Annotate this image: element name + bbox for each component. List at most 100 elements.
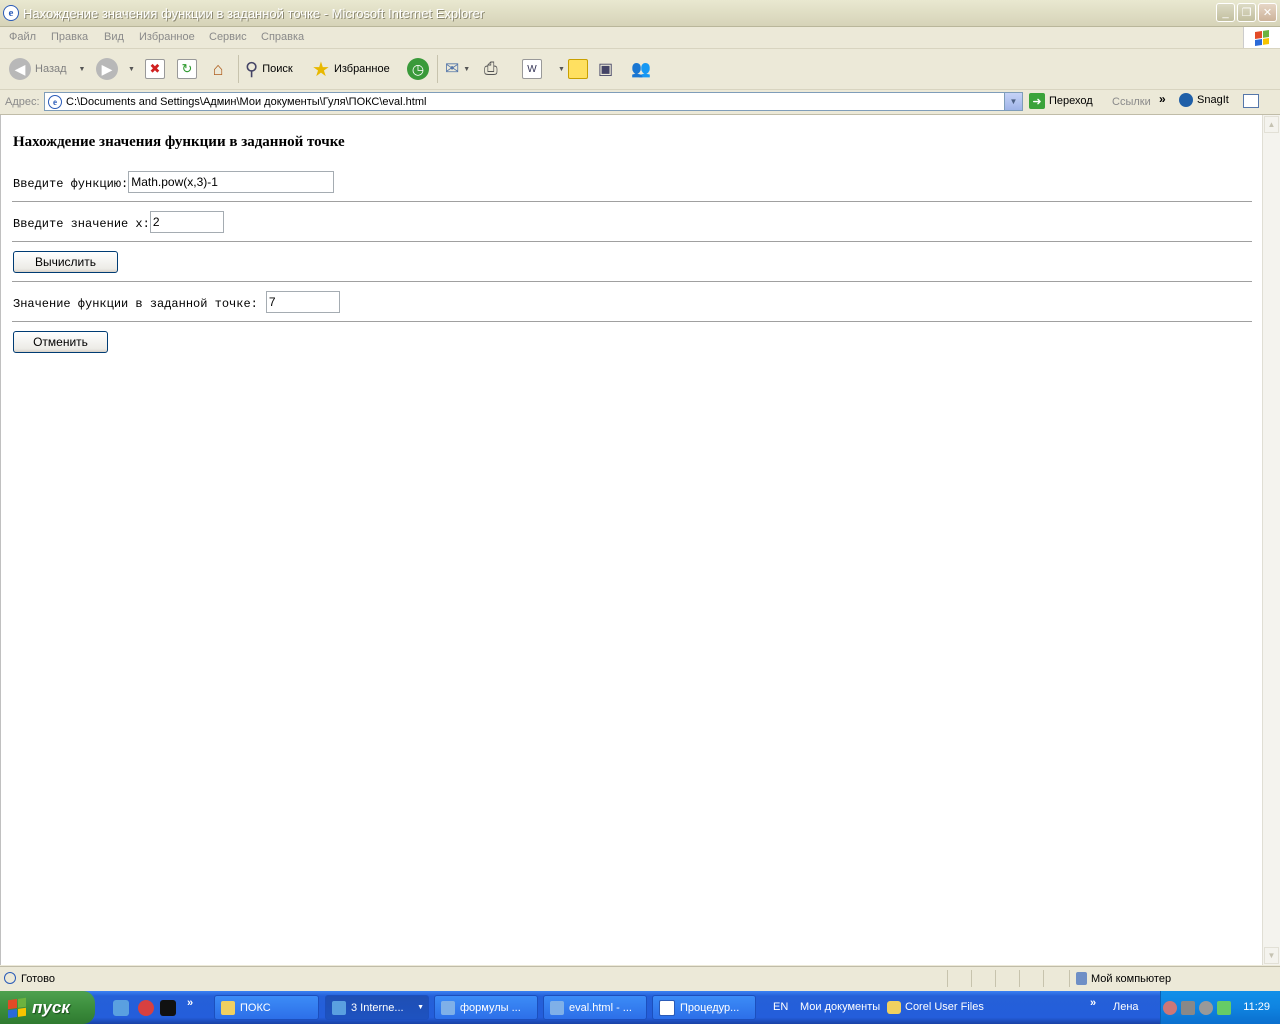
refresh-button[interactable]: ↻ — [177, 55, 197, 83]
network-icon[interactable] — [1181, 1001, 1195, 1015]
back-button[interactable]: ◀ Назад ▼ — [9, 55, 85, 83]
menu-file[interactable]: Файл — [9, 31, 36, 43]
minimize-button[interactable]: _ — [1216, 3, 1235, 22]
windows-logo — [1243, 27, 1280, 48]
system-tray: 11:29 — [1160, 991, 1280, 1024]
start-button[interactable]: пуск — [0, 991, 95, 1024]
address-url[interactable]: C:\Documents and Settings\Админ\Мои доку… — [66, 96, 426, 108]
quicklaunch-winamp-icon[interactable] — [160, 1000, 176, 1016]
notepad-icon — [550, 1000, 564, 1015]
taskbar-button-eval[interactable]: eval.html - ... — [543, 995, 647, 1020]
toolbar: ◀ Назад ▼ ▶ ▼ ✖ ↻ ⌂ ⚲ Поиск ★ Избранное … — [0, 49, 1280, 90]
folder-icon — [221, 1000, 235, 1015]
go-arrow-icon: ➜ — [1029, 93, 1045, 109]
tray-expand-icon[interactable] — [1163, 1001, 1177, 1015]
forward-dropdown-icon[interactable]: ▼ — [128, 66, 135, 73]
quicklaunch-opera-icon[interactable] — [138, 1000, 154, 1016]
snagit-button[interactable]: SnagIt — [1179, 93, 1229, 107]
quicklaunch-more-icon[interactable]: » — [187, 997, 193, 1009]
back-arrow-icon: ◀ — [9, 58, 31, 80]
print-button[interactable]: ⎙ — [484, 55, 498, 83]
calculate-button[interactable]: Вычислить — [13, 251, 118, 273]
menu-bar: Файл Правка Вид Избранное Сервис Справка — [0, 27, 1280, 49]
page-icon: e — [48, 94, 62, 109]
ie-icon[interactable]: e — [3, 5, 19, 21]
favorites-button[interactable]: ★ Избранное — [312, 55, 390, 83]
forward-button[interactable]: ▶ ▼ — [96, 55, 135, 83]
user-toolbar[interactable]: Лена — [1113, 1001, 1139, 1013]
quicklaunch-ie-icon[interactable] — [113, 1000, 129, 1016]
home-button[interactable]: ⌂ — [208, 55, 228, 83]
mail-button[interactable]: ✉ ▼ — [445, 55, 470, 83]
page-status-icon — [4, 972, 16, 984]
history-button[interactable]: ◷ — [407, 55, 429, 83]
research-button[interactable]: ▣ — [598, 55, 613, 83]
taskbar-button-ie-group[interactable]: 3 Interne... ▼ — [325, 995, 429, 1020]
mail-icon: ✉ — [445, 59, 460, 78]
snagit-icon — [1179, 93, 1193, 107]
group-dropdown-icon: ▼ — [417, 1004, 424, 1011]
page-heading: Нахождение значения функции в заданной т… — [13, 134, 345, 150]
taskbar-button-poks[interactable]: ПОКС — [214, 995, 319, 1020]
links-chevron-icon[interactable]: » — [1159, 92, 1166, 106]
go-button[interactable]: ➜ Переход — [1029, 93, 1093, 109]
windows-flag-icon — [8, 997, 26, 1018]
function-input[interactable] — [128, 171, 335, 193]
snagit-capture-icon[interactable] — [1243, 94, 1259, 108]
edit-button[interactable]: W ▼ — [522, 55, 565, 83]
menu-help[interactable]: Справка — [261, 31, 304, 43]
x-row: Введите значение x: — [13, 211, 224, 233]
home-icon: ⌂ — [212, 58, 224, 79]
computer-icon — [1076, 972, 1087, 985]
taskbar-button-procedures[interactable]: Процедур... — [652, 995, 756, 1020]
mail-dropdown-icon[interactable]: ▼ — [463, 66, 470, 73]
search-icon: ⚲ — [245, 58, 259, 79]
messenger-button[interactable]: 👥 — [631, 55, 651, 83]
x-label: Введите значение x: — [13, 217, 150, 231]
links-label[interactable]: Ссылки — [1112, 96, 1151, 108]
result-label: Значение функции в заданной точке: — [13, 297, 258, 311]
forward-arrow-icon: ▶ — [96, 58, 118, 80]
status-text: Готово — [21, 973, 55, 985]
scroll-up-icon[interactable]: ▲ — [1264, 116, 1279, 133]
taskbar-button-formulas[interactable]: формулы ... — [434, 995, 538, 1020]
clock[interactable]: 11:29 — [1243, 1001, 1270, 1013]
back-dropdown-icon[interactable]: ▼ — [79, 66, 86, 73]
menu-favorites[interactable]: Избранное — [139, 31, 195, 43]
stop-icon: ✖ — [145, 59, 165, 79]
result-output[interactable] — [265, 291, 340, 313]
menu-edit[interactable]: Правка — [51, 31, 88, 43]
toolbar-more-icon[interactable]: » — [1090, 997, 1096, 1009]
close-button[interactable]: ✕ — [1258, 3, 1277, 22]
note-icon — [568, 59, 588, 79]
tray-app-icon[interactable] — [1217, 1001, 1231, 1015]
search-button[interactable]: ⚲ Поиск — [245, 55, 293, 83]
research-icon: ▣ — [598, 61, 614, 78]
vertical-scrollbar[interactable]: ▲ ▼ — [1262, 115, 1280, 965]
maximize-button[interactable]: ❐ — [1237, 3, 1256, 22]
address-dropdown-icon[interactable]: ▼ — [1004, 93, 1022, 110]
discuss-button[interactable] — [568, 55, 588, 83]
menu-view[interactable]: Вид — [104, 31, 124, 43]
function-label: Введите функцию: — [13, 177, 129, 191]
antivirus-icon[interactable] — [1199, 1001, 1213, 1015]
toolbar-corel-files[interactable]: Corel User Files — [905, 1001, 984, 1013]
word-icon: W — [522, 59, 542, 79]
address-bar: Адрес: e C:\Documents and Settings\Админ… — [0, 90, 1280, 115]
ie-icon — [332, 1000, 346, 1015]
document-icon — [441, 1000, 455, 1015]
window-title: Нахождение значения функции в заданной т… — [23, 5, 485, 21]
star-icon: ★ — [312, 58, 330, 81]
menu-tools[interactable]: Сервис — [209, 31, 247, 43]
x-input[interactable] — [149, 211, 224, 233]
cancel-button[interactable]: Отменить — [13, 331, 108, 353]
edit-dropdown-icon[interactable]: ▼ — [558, 66, 565, 73]
result-row: Значение функции в заданной точке: — [13, 291, 340, 313]
stop-button[interactable]: ✖ — [145, 55, 165, 83]
address-input[interactable]: e C:\Documents and Settings\Админ\Мои до… — [44, 92, 1023, 111]
page-content: Нахождение значения функции в заданной т… — [0, 115, 1262, 965]
toolbar-my-documents[interactable]: Мои документы — [800, 1001, 880, 1013]
title-bar[interactable]: e Нахождение значения функции в заданной… — [0, 0, 1280, 27]
scroll-down-icon[interactable]: ▼ — [1264, 947, 1279, 964]
language-indicator[interactable]: EN — [773, 1001, 788, 1013]
